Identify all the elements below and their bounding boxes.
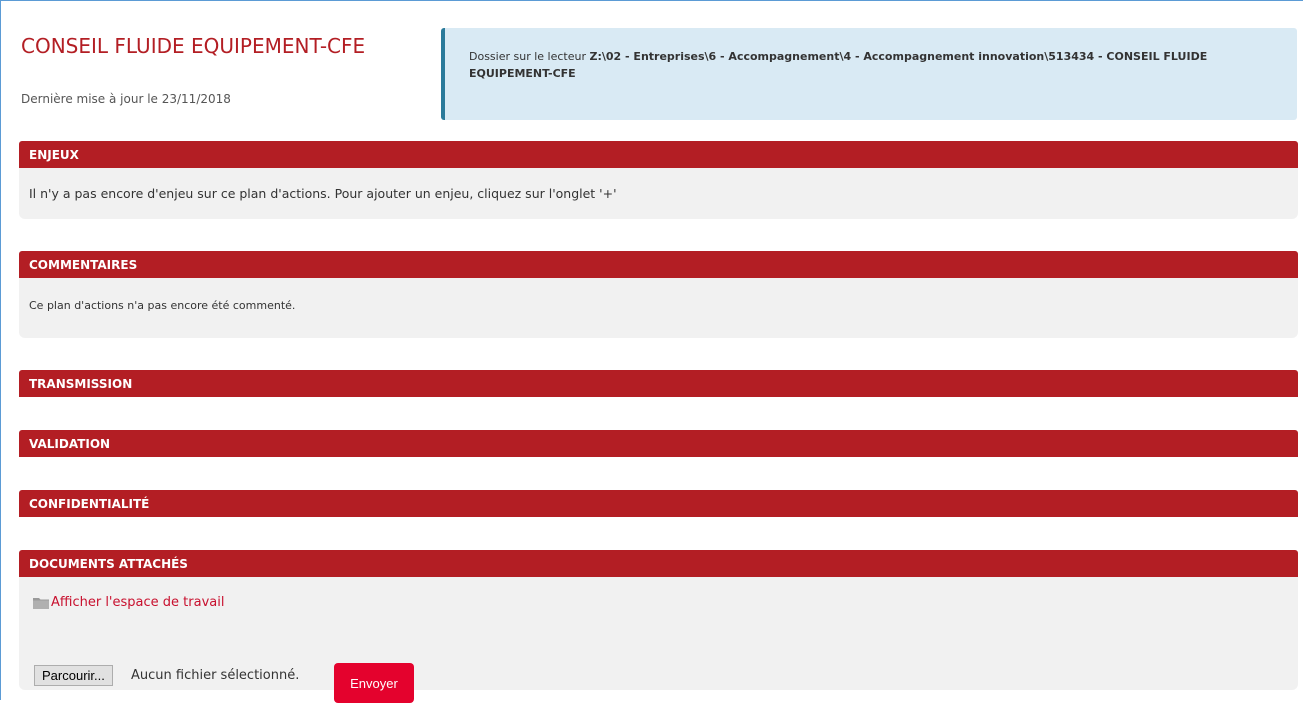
section-enjeux-body: Il n'y a pas encore d'enjeu sur ce plan … [19,168,1298,219]
section-transmission-header[interactable]: TRANSMISSION [19,370,1298,397]
section-documents-header[interactable]: DOCUMENTS ATTACHÉS [19,550,1298,577]
section-confidentialite: CONFIDENTIALITÉ [19,490,1298,517]
enjeux-empty-text: Il n'y a pas encore d'enjeu sur ce plan … [29,186,617,201]
browse-file-button[interactable]: Parcourir... [34,665,113,686]
folder-info-box: Dossier sur le lecteur Z:\02 - Entrepris… [441,28,1297,120]
last-update-text: Dernière mise à jour le 23/11/2018 [21,92,231,106]
folder-icon [33,597,49,609]
workspace-link[interactable]: Afficher l'espace de travail [33,595,224,610]
section-transmission: TRANSMISSION [19,370,1298,397]
section-commentaires-header[interactable]: COMMENTAIRES [19,251,1298,278]
send-button[interactable]: Envoyer [334,663,414,703]
section-documents-body: Afficher l'espace de travail Parcourir..… [19,577,1298,703]
commentaires-empty-text: Ce plan d'actions n'a pas encore été com… [29,299,296,312]
workspace-link-label: Afficher l'espace de travail [51,595,225,610]
section-validation: VALIDATION [19,430,1298,457]
section-enjeux-header[interactable]: ENJEUX [19,141,1298,168]
section-confidentialite-header[interactable]: CONFIDENTIALITÉ [19,490,1298,517]
section-enjeux: ENJEUX Il n'y a pas encore d'enjeu sur c… [19,141,1298,219]
page-frame: CONSEIL FLUIDE EQUIPEMENT-CFE Dernière m… [0,0,1303,703]
section-validation-header[interactable]: VALIDATION [19,430,1298,457]
section-commentaires: COMMENTAIRES Ce plan d'actions n'a pas e… [19,251,1298,338]
section-documents: DOCUMENTS ATTACHÉS Afficher l'espace de … [19,550,1298,703]
page-title: CONSEIL FLUIDE EQUIPEMENT-CFE [21,34,366,58]
section-commentaires-body: Ce plan d'actions n'a pas encore été com… [19,278,1298,338]
folder-info-prefix: Dossier sur le lecteur [469,50,590,63]
file-status-text: Aucun fichier sélectionné. [131,668,300,683]
